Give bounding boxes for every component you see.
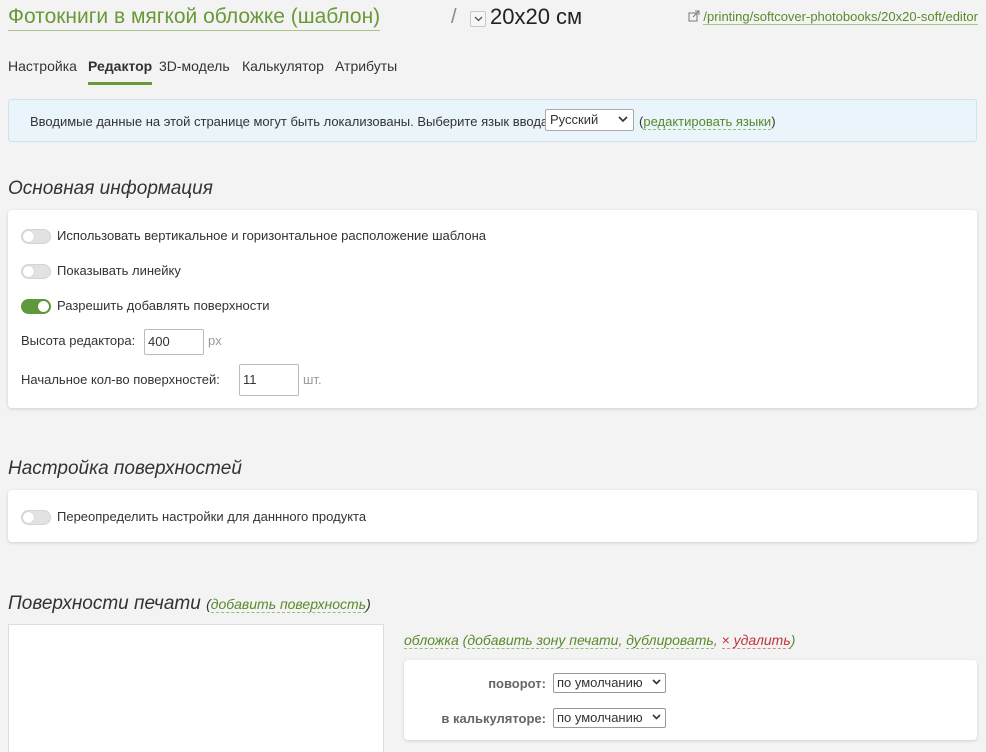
- initial-surfaces-label: Начальное кол-во поверхностей:: [21, 372, 220, 387]
- chevron-down-icon: [618, 116, 628, 123]
- comma: ,: [618, 632, 623, 648]
- initial-surfaces-input[interactable]: 11: [239, 364, 299, 396]
- tab-attributes[interactable]: Атрибуты: [335, 56, 397, 82]
- print-surfaces-title: Поверхности печати: [8, 593, 201, 614]
- in-calculator-select-value: по умолчанию: [557, 710, 643, 725]
- print-surfaces-heading: Поверхности печати (добавить поверхность…: [8, 593, 371, 615]
- in-calculator-select[interactable]: по умолчанию: [553, 708, 666, 728]
- paren-close: ): [771, 114, 776, 129]
- editor-height-unit: px: [208, 333, 222, 348]
- rotation-select[interactable]: по умолчанию: [553, 673, 666, 693]
- tab-editor[interactable]: Редактор: [88, 56, 153, 85]
- editor-url-link[interactable]: /printing/softcover-photobooks/20x20-sof…: [688, 9, 978, 25]
- add-surface-group: (добавить поверхность): [206, 596, 371, 613]
- product-title-link[interactable]: Фотокниги в мягкой обложке (шаблон): [8, 4, 381, 31]
- edit-languages-group: (редактировать языки): [639, 114, 776, 130]
- surface-properties-card: поворот: по умолчанию в калькуляторе: по…: [404, 660, 977, 740]
- rotation-label: поворот:: [488, 676, 546, 691]
- close-icon: ×: [721, 632, 730, 648]
- surface-name-link[interactable]: обложка: [404, 632, 459, 649]
- orientation-toggle[interactable]: [21, 229, 51, 244]
- language-select-value: Русский: [550, 112, 599, 127]
- main-info-card: Использовать вертикальное и горизонтальн…: [8, 210, 977, 408]
- add-print-zone-link[interactable]: добавить зону печати: [467, 632, 619, 649]
- page-header: Фотокниги в мягкой обложке (шаблон) / 20…: [8, 4, 978, 34]
- editor-url-text: /printing/softcover-photobooks/20x20-sof…: [703, 9, 978, 25]
- allow-add-surfaces-toggle[interactable]: [21, 299, 51, 314]
- toggle-label: Разрешить добавлять поверхности: [57, 298, 270, 313]
- tab-settings[interactable]: Настройка: [8, 56, 77, 82]
- rotation-select-value: по умолчанию: [557, 675, 643, 690]
- localization-notice: Вводимые данные на этой странице могут б…: [8, 99, 977, 142]
- external-link-icon: [688, 10, 700, 22]
- chevron-down-icon: [474, 16, 483, 22]
- toggle-label: Переопределить настройки для даннного пр…: [57, 509, 367, 524]
- edit-languages-link[interactable]: редактировать языки: [643, 114, 772, 130]
- notice-text: Вводимые данные на этой странице могут б…: [30, 114, 552, 129]
- duplicate-link[interactable]: дублировать: [626, 632, 714, 649]
- surface-settings-card: Переопределить настройки для даннного пр…: [8, 490, 977, 542]
- toggle-label: Использовать вертикальное и горизонтальн…: [57, 228, 487, 243]
- delete-surface-link[interactable]: × удалить: [721, 632, 791, 649]
- editor-height-label: Высота редактора:: [21, 333, 136, 348]
- initial-surfaces-unit: шт.: [303, 372, 322, 387]
- add-surface-link[interactable]: добавить поверхность: [210, 596, 367, 613]
- language-select[interactable]: Русский: [545, 109, 634, 131]
- surface-header: обложка (добавить зону печати, дублирова…: [404, 632, 796, 649]
- paren-close: ): [366, 596, 371, 612]
- in-calculator-label: в калькуляторе:: [441, 711, 546, 726]
- editor-height-input[interactable]: 400: [144, 329, 204, 355]
- ruler-toggle[interactable]: [21, 264, 51, 279]
- delete-label: удалить: [733, 632, 791, 648]
- variant-name: 20x20 см: [490, 4, 583, 29]
- toggle-label: Показывать линейку: [57, 263, 181, 278]
- override-settings-toggle[interactable]: [21, 510, 51, 525]
- tab-calculator[interactable]: Калькулятор: [242, 56, 324, 82]
- surface-list-panel[interactable]: [8, 624, 384, 752]
- variant-dropdown-toggle[interactable]: [470, 11, 486, 27]
- tab-3d-model[interactable]: 3D-модель: [159, 56, 230, 82]
- chevron-down-icon: [652, 679, 661, 685]
- title-separator: /: [451, 6, 457, 28]
- chevron-down-icon: [652, 714, 661, 720]
- main-info-heading: Основная информация: [8, 178, 213, 199]
- surface-settings-heading: Настройка поверхностей: [8, 458, 242, 479]
